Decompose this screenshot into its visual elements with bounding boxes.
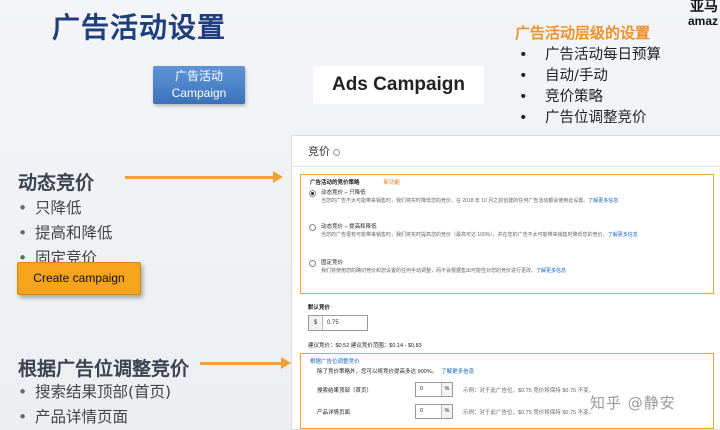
radio-selected[interactable] <box>309 190 316 197</box>
suggested-bid-text: 建议竞价：$0.52 建议竞价范围：$0.14 - $0.83 <box>308 343 422 349</box>
option-title: 动态竞价 – 只降低 <box>321 190 366 196</box>
bidding-strategy-box: 广告活动的竞价策略 新功能 动态竞价 – 只降低 当您的广告不太可能带来销售时，我… <box>300 174 714 294</box>
bidding-title-text: 竞价 <box>308 146 330 158</box>
ads-campaign-label: Ads Campaign <box>313 66 484 104</box>
bidding-strategy-label: 广告活动的竞价策略 新功能 <box>310 178 400 186</box>
row-example: 示例：对于此广告位，$0.75 竞价将保持 $0.75 不变。 <box>463 388 595 394</box>
bidding-panel-title: 竞价 <box>308 143 340 159</box>
option-title: 固定竞价 <box>321 260 344 266</box>
learn-more-link[interactable]: 了解更多信息 <box>536 268 566 274</box>
learn-more-link[interactable]: 了解更多信息 <box>608 232 638 238</box>
placement-adjust-desc: 除了竞价策略外，您可以将竞价提高多达 900%。 <box>317 369 438 375</box>
list-item: 广告位调整竞价 <box>515 108 720 129</box>
logo-line-1: 亚马 <box>690 0 718 15</box>
placement-bidding-heading: 根据广告位调整竞价 <box>18 358 190 380</box>
list-item: 产品详情页面 <box>18 405 171 430</box>
learn-more-link[interactable]: 了解更多信息 <box>588 198 618 204</box>
option-desc-text: 当您的广告不太可能带来销售时，我们将实时降低您的竞价。在 2018 年 10 月… <box>321 198 589 204</box>
campaign-button-zh: 广告活动 <box>174 69 223 83</box>
page-title: 广告活动设置 <box>52 11 227 44</box>
percent-unit: % <box>441 383 452 396</box>
strategy-option-down-only[interactable]: 动态竞价 – 只降低 当您的广告不太可能带来销售时，我们将实时降低您的竞价。在 … <box>309 189 709 206</box>
list-item: 只降低 <box>18 196 113 221</box>
bidding-strategy-text: 广告活动的竞价策略 <box>310 180 360 186</box>
row-label: 产品详情页面 <box>317 410 351 416</box>
option-desc: 当您的广告很有可能带来销售时，我们将实时提高您的竞价（最高可达 100%），并在… <box>321 231 641 240</box>
default-bid-label: 默认竞价 <box>308 305 331 311</box>
campaign-button[interactable]: 广告活动 Campaign <box>153 66 245 104</box>
create-campaign-button[interactable]: Create campaign <box>17 262 141 295</box>
placement-adjust-heading[interactable]: 根据广告位调整竞价 <box>310 357 360 365</box>
arrow-to-adjustment <box>200 357 291 369</box>
divider <box>292 166 720 167</box>
zhihu-watermark: 知乎 @静安 <box>590 394 676 412</box>
list-item: 提高和降低 <box>18 221 113 246</box>
campaign-level-settings: 广告活动层级的设置 广告活动每日预算 自动/手动 竞价策略 广告位调整竞价 <box>515 22 720 129</box>
default-bid-value: 0.75 <box>327 320 339 326</box>
row-example: 示例：对于此广告位，$0.75 竞价将保持 $0.75 不变。 <box>463 410 595 416</box>
row-label: 搜索结果顶部（首页） <box>317 388 373 394</box>
dynamic-bidding-list: 只降低 提高和降低 固定竞价 <box>18 196 113 271</box>
option-desc-text: 当您的广告很有可能带来销售时，我们将实时提高您的竞价（最高可达 100%），并在… <box>321 232 608 238</box>
percent-value: 0 <box>420 386 424 392</box>
placement-bidding-list: 搜索结果顶部(首页) 产品详情页面 <box>18 380 171 430</box>
arrow-to-strategy <box>125 171 283 183</box>
list-item: 搜索结果顶部(首页) <box>18 380 171 405</box>
strategy-option-fixed[interactable]: 固定竞价 我们将使用您的确切竞价和您设置的任何手动调整，而不会根据售出可能性对您… <box>309 259 709 276</box>
radio-unselected[interactable] <box>309 224 316 231</box>
option-desc: 我们将使用您的确切竞价和您设置的任何手动调整，而不会根据售出可能性对您的竞价进行… <box>321 267 641 276</box>
placement-adjust-subtext: 除了竞价策略外，您可以将竞价提高多达 900%。 了解更多信息 <box>317 367 474 375</box>
list-item: 竞价策略 <box>515 87 720 108</box>
placement-adjust-box: 根据广告位调整竞价 除了竞价策略外，您可以将竞价提高多达 900%。 了解更多信息… <box>300 353 714 429</box>
option-desc-text: 我们将使用您的确切竞价和您设置的任何手动调整，而不会根据售出可能性对您的竞价进行… <box>321 268 537 274</box>
percent-unit: % <box>441 405 452 418</box>
percent-input[interactable]: 0% <box>415 404 453 419</box>
campaign-button-en: Campaign <box>171 86 227 100</box>
campaign-level-settings-heading: 广告活动层级的设置 <box>515 24 651 42</box>
new-badge: 新功能 <box>383 180 401 186</box>
learn-more-link[interactable]: 了解更多信息 <box>441 369 474 375</box>
bidding-panel: 竞价 广告活动的竞价策略 新功能 动态竞价 – 只降低 当您的广告不太可能带来销售… <box>291 135 720 430</box>
strategy-option-up-down[interactable]: 动态竞价 – 提高和降低 当您的广告很有可能带来销售时，我们将实时提高您的竞价（… <box>309 223 709 240</box>
list-item: 广告活动每日预算 <box>515 45 720 66</box>
dynamic-bidding-heading: 动态竞价 <box>18 172 95 194</box>
option-title: 动态竞价 – 提高和降低 <box>321 224 377 230</box>
radio-unselected[interactable] <box>309 260 316 267</box>
info-icon[interactable] <box>333 148 340 156</box>
list-item: 自动/手动 <box>515 66 720 87</box>
option-desc: 当您的广告不太可能带来销售时，我们将实时降低您的竞价。在 2018 年 10 月… <box>321 197 641 206</box>
default-bid-input[interactable]: $0.75 <box>308 315 368 331</box>
percent-input[interactable]: 0% <box>415 382 453 397</box>
currency-symbol: $ <box>309 316 323 330</box>
percent-value: 0 <box>420 408 424 414</box>
